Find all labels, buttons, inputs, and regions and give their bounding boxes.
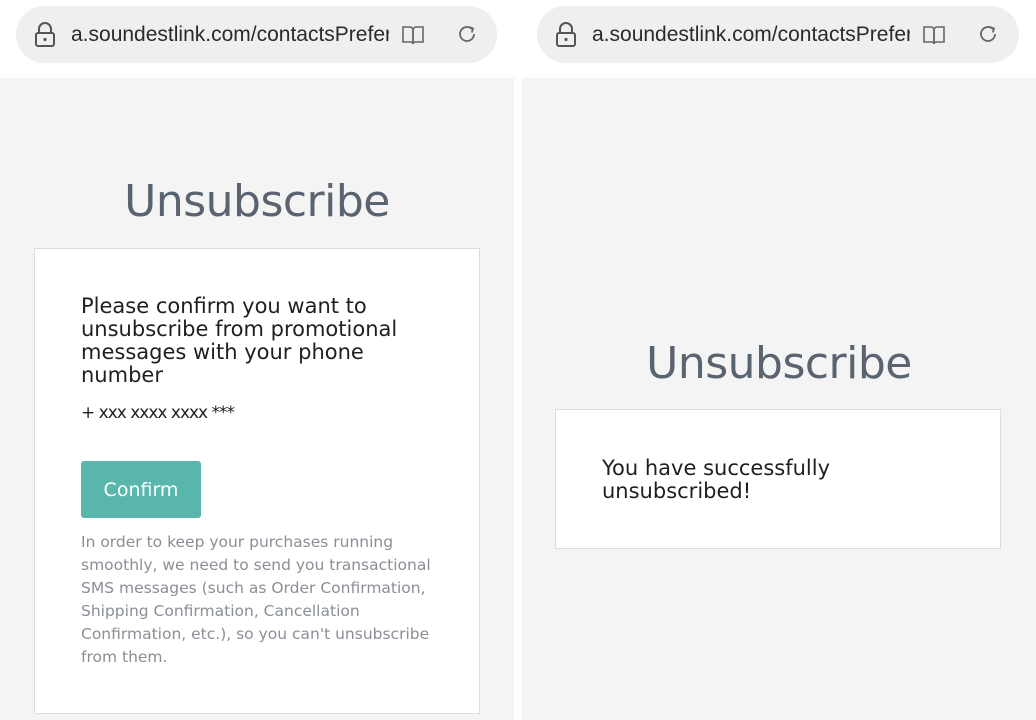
address-bar[interactable]: a.soundestlink.com/contactsPreferences [537,6,1019,63]
address-bar[interactable]: a.soundestlink.com/contactsPreferences [16,6,497,63]
book-icon[interactable] [922,24,946,46]
confirm-button[interactable]: Confirm [81,461,201,518]
success-message: You have successfully unsubscribed! [602,456,831,503]
reload-icon[interactable] [456,23,478,45]
url-text[interactable]: a.soundestlink.com/contactsPreferences [71,22,389,48]
browser-window-confirm: a.soundestlink.com/contactsPreferences U… [0,0,514,720]
page-title: Unsubscribe [646,338,912,389]
url-text[interactable]: a.soundestlink.com/contactsPreferences [592,22,910,48]
reload-icon[interactable] [977,23,999,45]
page-title: Unsubscribe [124,176,390,227]
lock-icon [35,22,55,47]
lock-icon [556,22,576,47]
success-card: You have successfully unsubscribed! [555,409,1001,549]
browser-window-success: a.soundestlink.com/contactsPreferences U… [522,0,1036,720]
page-content: Unsubscribe You have successfully unsubs… [522,78,1036,720]
transactional-note: In order to keep your purchases running … [81,533,431,666]
confirm-card: Please confirm you want to unsubscribe f… [34,248,480,714]
book-icon[interactable] [401,24,425,46]
confirm-message: Please confirm you want to unsubscribe f… [81,294,398,387]
phone-number: + xxx xxxx xxxx *** [81,403,235,423]
page-content: Unsubscribe Please confirm you want to u… [0,78,514,720]
